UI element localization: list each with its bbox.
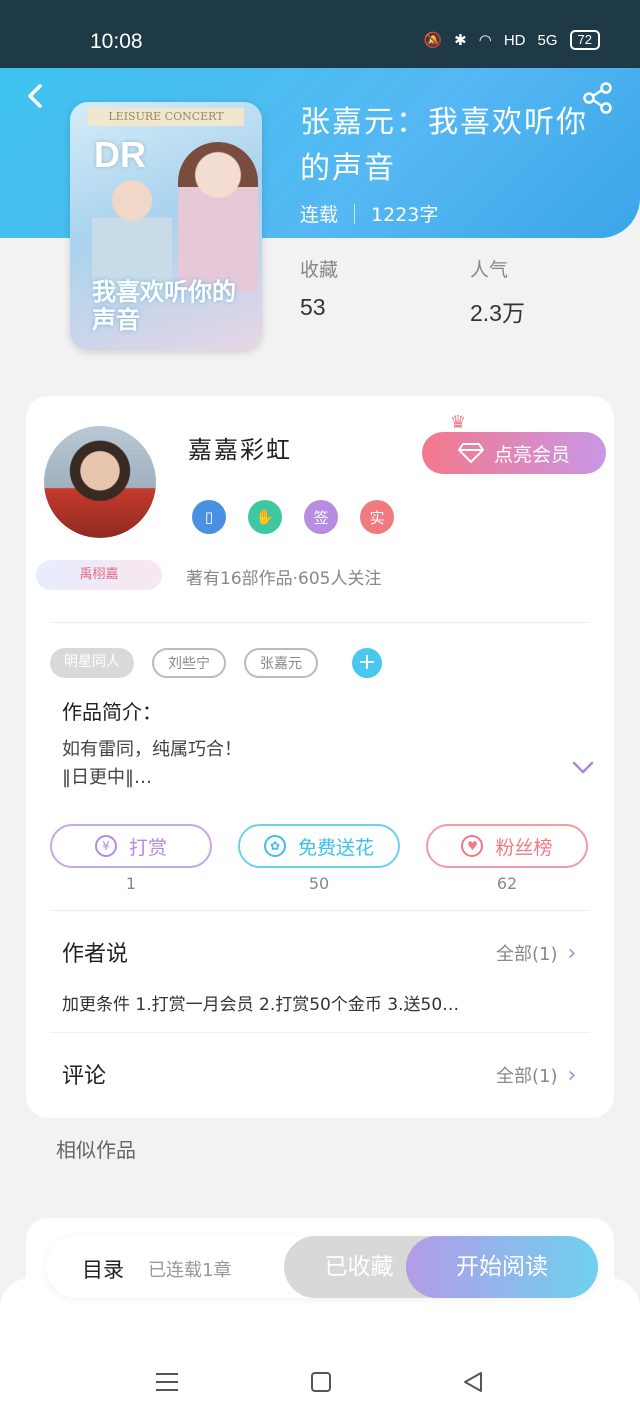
tag-item[interactable]: 张嘉元 — [244, 648, 318, 678]
word-count: 1223字 — [371, 204, 439, 226]
user-heart-icon: ♥ — [461, 835, 484, 857]
cover-banner: LEISURE CONCERT — [88, 108, 244, 126]
divider — [50, 1032, 590, 1033]
divider — [50, 910, 590, 911]
battery-icon: 72 — [569, 30, 600, 50]
chevron-right-icon: › — [567, 940, 577, 966]
back-triangle-icon[interactable] — [458, 1370, 488, 1400]
read-action-bar: 目录 已连载1章 已收藏 开始阅读 — [46, 1236, 598, 1298]
author-says-all-label: 全部(1) — [496, 944, 558, 965]
book-status: 连载 — [300, 204, 339, 226]
favorites-label: 收藏 — [300, 259, 339, 281]
mute-icon: 🔕 — [423, 32, 443, 49]
favorites-stat: 收藏 53 — [300, 255, 338, 321]
system-nav-bar — [0, 1352, 640, 1412]
flower-icon: ✿ — [263, 835, 286, 857]
similar-works-title: 相似作品 — [56, 1138, 136, 1162]
tag-item[interactable]: 刘些宁 — [152, 648, 226, 678]
favorites-value: 53 — [300, 294, 326, 320]
book-cover[interactable]: LEISURE CONCERT DR 我喜欢听你的声音 — [70, 102, 262, 350]
back-button[interactable] — [20, 80, 56, 116]
send-flower-label: 免费送花 — [297, 836, 374, 859]
reward-label: 打赏 — [128, 836, 167, 859]
author-name[interactable]: 嘉嘉彩虹 — [188, 430, 292, 465]
phone-icon[interactable]: ▯ — [192, 500, 226, 534]
cover-title: 我喜欢听你的声音 — [92, 278, 236, 334]
start-reading-button[interactable]: 开始阅读 — [406, 1236, 598, 1298]
real-icon[interactable]: 实 — [360, 500, 394, 534]
author-says-all-link[interactable]: 全部(1) › — [496, 940, 576, 966]
book-title: 张嘉元：我喜欢听你的声音 — [300, 105, 588, 186]
popularity-stat: 人气 2.3万 — [470, 255, 525, 328]
status-time: 10:08 — [90, 30, 143, 53]
comments-all-label: 全部(1) — [496, 1066, 558, 1087]
signal-icon: 5G — [537, 31, 558, 49]
cover-big-text: DR — [94, 134, 146, 175]
tag-item[interactable]: 明星同人 — [50, 648, 134, 678]
chapter-count[interactable]: 已连载1章 — [148, 1256, 231, 1282]
popularity-value: 2.3万 — [470, 300, 525, 326]
vip-label: 点亮会员 — [493, 443, 570, 466]
tag-list: 明星同人 刘些宁 张嘉元 + — [50, 648, 382, 678]
add-tag-button[interactable]: + — [352, 648, 382, 678]
fan-ranking-label: 粉丝榜 — [495, 836, 553, 859]
author-avatar[interactable] — [44, 426, 156, 538]
author-badges: ▯ ✋ 签 实 — [192, 500, 394, 534]
book-meta: 连载 1223字 — [300, 200, 438, 227]
flower-count: 50 — [308, 874, 330, 893]
wifi-icon: ◠ — [478, 32, 492, 49]
fan-ranking-button[interactable]: ♥ 粉丝榜 — [426, 824, 588, 868]
vip-button[interactable]: 点亮会员 — [422, 432, 606, 474]
comments-all-link[interactable]: 全部(1) › — [496, 1062, 576, 1088]
detail-card: 禹栩嘉 嘉嘉彩虹 ♛ 点亮会员 ▯ ✋ 签 实 著有16部作品·605人关注 明… — [26, 396, 614, 1118]
home-icon[interactable] — [306, 1370, 336, 1400]
reward-button[interactable]: ¥ 打赏 — [50, 824, 212, 868]
handshake-icon[interactable]: ✋ — [248, 500, 282, 534]
intro-line: 如有雷同，纯属巧合！ — [62, 739, 242, 760]
intro-text: 如有雷同，纯属巧合！ ‖日更中‖… — [62, 736, 542, 792]
back-arrow-icon — [28, 84, 42, 108]
cover-figure-right — [178, 142, 258, 292]
chevron-right-icon: › — [567, 1062, 577, 1088]
expand-chevron-icon[interactable] — [572, 756, 594, 780]
sign-icon[interactable]: 签 — [304, 500, 338, 534]
hd-icon: HD — [503, 31, 526, 49]
status-bar: 10:08 🔕 ✱ ◠ HD 5G 72 — [0, 0, 640, 68]
meta-divider — [354, 203, 356, 224]
author-note[interactable]: 加更条件 1.打赏一月会员 2.打赏50个金币 3.送50… — [62, 990, 582, 1015]
status-icons: 🔕 ✱ ◠ HD 5G 72 — [423, 30, 600, 50]
menu-icon[interactable] — [152, 1370, 182, 1400]
popularity-label: 人气 — [470, 259, 509, 281]
intro-title: 作品简介： — [62, 700, 162, 724]
yuan-icon: ¥ — [94, 835, 117, 857]
bluetooth-icon: ✱ — [454, 32, 467, 49]
send-flower-button[interactable]: ✿ 免费送花 — [238, 824, 400, 868]
fan-count: 62 — [496, 874, 518, 893]
fan-badge: 禹栩嘉 — [36, 560, 162, 590]
author-says-title: 作者说 — [62, 942, 129, 967]
reward-count: 1 — [125, 874, 137, 893]
crown-icon: ♛ — [450, 412, 467, 433]
divider — [50, 622, 590, 623]
author-stats: 著有16部作品·605人关注 — [186, 569, 382, 589]
intro-line: ‖日更中‖… — [62, 767, 152, 788]
comments-title: 评论 — [62, 1064, 107, 1089]
toc-button[interactable]: 目录 — [82, 1254, 124, 1284]
diamond-icon — [457, 443, 484, 464]
